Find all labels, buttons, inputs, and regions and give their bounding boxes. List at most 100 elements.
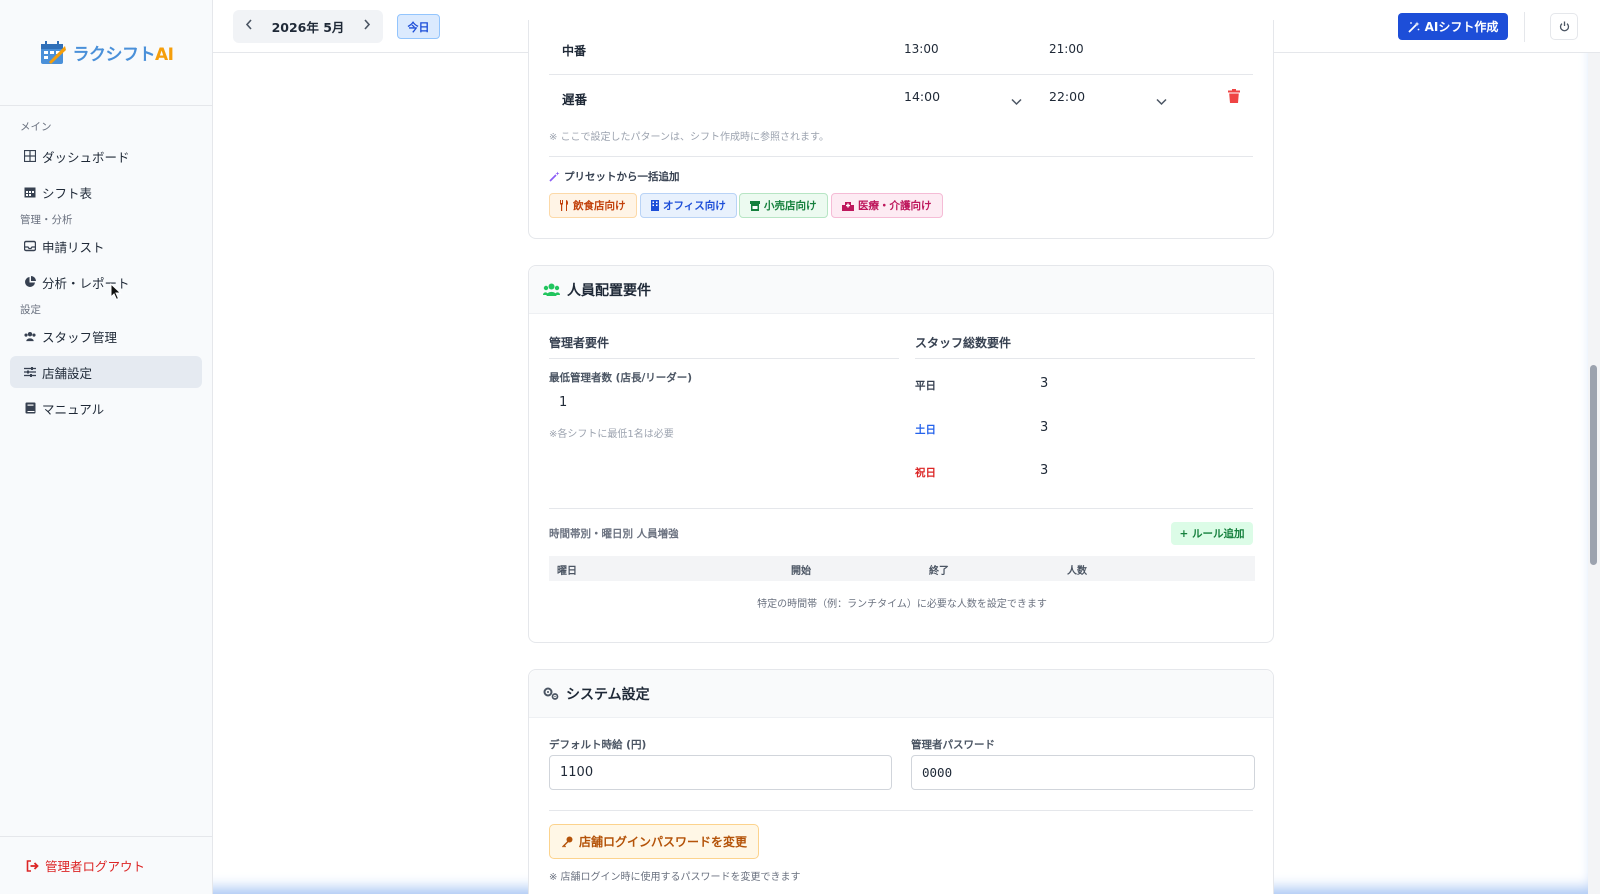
sidebar-item-label: マニュアル — [42, 401, 105, 417]
scrollbar-thumb[interactable] — [1590, 365, 1597, 565]
brand[interactable]: ラクシフトAI — [0, 0, 212, 106]
preset-title-label: プリセットから一括追加 — [564, 171, 680, 183]
change-login-note: ※ 店舗ログイン時に使用するパスワードを変更できます — [549, 872, 801, 883]
users-icon — [24, 330, 36, 342]
admin-password-label: 管理者パスワード — [911, 739, 995, 751]
pattern-start-late[interactable]: 14:00 — [904, 89, 940, 104]
pattern-name-late: 遅番 — [562, 92, 588, 107]
min-manager-label: 最低管理者数 (店長/リーダー) — [549, 372, 693, 384]
column-end: 終了 — [929, 566, 949, 577]
sidebar-item-shift-table[interactable]: シフト表 — [10, 176, 202, 208]
admin-password-input[interactable]: 0000 — [911, 755, 1255, 790]
sidebar-item-store-settings[interactable]: 店舗設定 — [10, 356, 202, 388]
sidebar-item-label: シフト表 — [42, 185, 93, 201]
sidebar: ラクシフトAI メイン ダッシュボード シフト表 管理・分析 申請リスト 分析・… — [0, 0, 213, 894]
add-rule-button[interactable]: + ルール追加 — [1171, 522, 1253, 545]
sign-out-icon — [26, 859, 39, 872]
logo-icon — [40, 40, 66, 64]
trash-icon[interactable] — [1228, 89, 1240, 103]
weekend-label: 土日 — [915, 424, 936, 436]
preset-medical-button[interactable]: 医療・介護向け — [831, 193, 943, 218]
nav-section-main: メイン — [20, 121, 52, 133]
sidebar-item-label: スタッフ管理 — [42, 329, 118, 345]
utensils-icon — [560, 200, 569, 211]
staffing-requirements-card: 人員配置要件 管理者要件 スタッフ総数要件 最低管理者数 (店長/リーダー) 1… — [528, 265, 1274, 643]
sliders-icon — [24, 366, 36, 378]
sidebar-item-staff[interactable]: スタッフ管理 — [10, 320, 202, 352]
divider — [915, 358, 1255, 359]
chevron-down-icon[interactable] — [1011, 91, 1022, 110]
users-icon — [543, 283, 560, 296]
pattern-note: ※ ここで設定したパターンは、シフト作成時に参照されます。 — [549, 132, 830, 143]
brand-name-main: ラクシフト — [72, 45, 156, 65]
pie-chart-icon — [24, 276, 36, 288]
power-icon — [1559, 21, 1570, 32]
magic-wand-icon — [1407, 21, 1420, 33]
rules-title: 時間帯別・曜日別 人員増強 — [549, 528, 679, 540]
chevron-left-icon[interactable] — [245, 19, 253, 34]
grid-icon — [24, 150, 36, 162]
divider — [549, 810, 1253, 811]
staffing-card-title: 人員配置要件 — [567, 282, 651, 299]
brand-name-accent: AI — [155, 45, 174, 65]
weekday-input[interactable]: 3 — [1040, 376, 1048, 391]
ai-shift-create-button[interactable]: AIシフト作成 — [1398, 13, 1508, 40]
chevron-down-icon[interactable] — [1156, 91, 1167, 110]
preset-medical-label: 医療・介護向け — [858, 200, 932, 212]
month-navigator: 2026年 5月 — [233, 10, 383, 43]
sidebar-item-requests[interactable]: 申請リスト — [10, 230, 202, 262]
weekday-label: 平日 — [915, 380, 936, 392]
column-day: 曜日 — [557, 566, 577, 577]
preset-title: プリセットから一括追加 — [549, 169, 680, 184]
divider — [549, 156, 1253, 157]
manager-requirements-header: 管理者要件 — [549, 336, 610, 350]
system-card-header: システム設定 — [529, 670, 1273, 718]
min-manager-note: ※各シフトに最低1名は必要 — [549, 429, 674, 440]
preset-retail-label: 小売店向け — [764, 200, 817, 212]
chevron-right-icon[interactable] — [363, 19, 371, 34]
sidebar-item-label: ダッシュボード — [42, 149, 130, 165]
brand-name: ラクシフトAI — [73, 40, 174, 65]
system-card-title: システム設定 — [566, 686, 650, 703]
change-login-password-label: 店舗ログインパスワードを変更 — [578, 835, 747, 849]
calendar-icon — [24, 186, 36, 198]
divider — [549, 508, 1253, 509]
nav-section-settings: 設定 — [20, 304, 41, 316]
sidebar-item-manual[interactable]: マニュアル — [10, 392, 202, 424]
change-login-password-button[interactable]: 店舗ログインパスワードを変更 — [549, 824, 759, 859]
nav-section-manage: 管理・分析 — [20, 214, 73, 226]
power-button[interactable] — [1550, 13, 1578, 40]
sidebar-item-analytics[interactable]: 分析・レポート — [10, 266, 202, 298]
rules-table-header: 曜日 開始 終了 人数 — [549, 556, 1255, 581]
rules-empty-text: 特定の時間帯（例：ランチタイム）に必要な人数を設定できます — [757, 599, 1047, 610]
default-wage-label: デフォルト時給 (円) — [549, 739, 647, 751]
pattern-start-middle[interactable]: 13:00 — [904, 42, 939, 56]
key-icon — [561, 836, 573, 848]
staffing-card-header: 人員配置要件 — [529, 266, 1273, 314]
holiday-label: 祝日 — [915, 467, 936, 479]
staff-total-header: スタッフ総数要件 — [915, 336, 1012, 350]
preset-office-button[interactable]: オフィス向け — [640, 193, 737, 218]
min-manager-input[interactable]: 1 — [559, 395, 567, 410]
holiday-input[interactable]: 3 — [1040, 463, 1048, 478]
preset-office-label: オフィス向け — [663, 200, 726, 212]
preset-restaurant-button[interactable]: 飲食店向け — [549, 193, 637, 218]
pattern-end-middle[interactable]: 21:00 — [1049, 42, 1084, 56]
column-start: 開始 — [791, 566, 811, 577]
weekend-input[interactable]: 3 — [1040, 420, 1048, 435]
today-button[interactable]: 今日 — [397, 14, 440, 39]
app-window: ラクシフトAI メイン ダッシュボード シフト表 管理・分析 申請リスト 分析・… — [0, 0, 1600, 894]
inbox-icon — [24, 240, 36, 252]
sidebar-item-dashboard[interactable]: ダッシュボード — [10, 140, 202, 172]
preset-restaurant-label: 飲食店向け — [573, 200, 626, 212]
preset-retail-button[interactable]: 小売店向け — [739, 193, 828, 218]
default-wage-input[interactable]: 1100 — [549, 755, 892, 790]
logout-button[interactable]: 管理者ログアウト — [0, 836, 213, 894]
pattern-name-middle: 中番 — [562, 44, 587, 58]
book-icon — [24, 402, 36, 414]
building-icon — [651, 200, 659, 211]
mouse-cursor-icon — [110, 283, 122, 301]
hospital-icon — [842, 201, 854, 211]
topbar-divider — [1524, 12, 1525, 42]
pattern-end-late[interactable]: 22:00 — [1049, 89, 1085, 104]
